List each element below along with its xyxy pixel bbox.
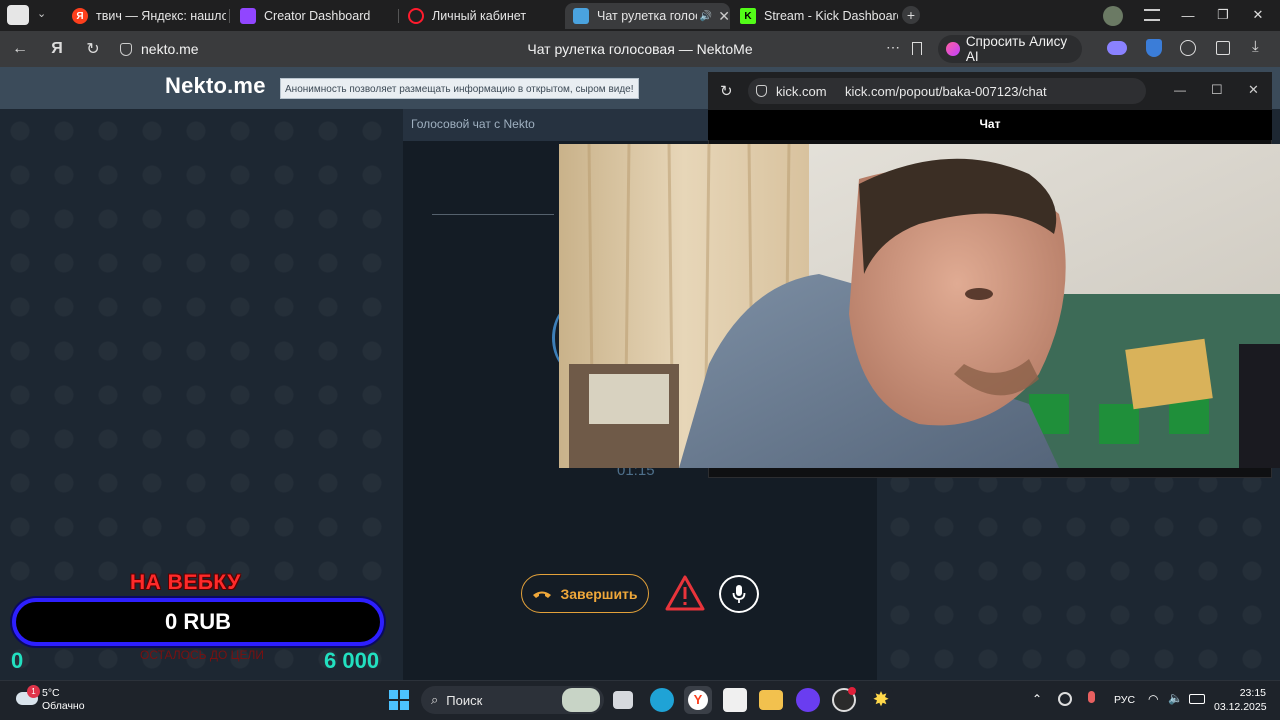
webcam-feed (559, 144, 1280, 468)
donation-goal-value: 0 RUB (164, 609, 231, 634)
donation-goal-bar: 0 RUB (12, 598, 384, 646)
popout-minimize-button[interactable]: — (1174, 83, 1186, 97)
sidebar-toggle-icon[interactable] (7, 5, 29, 25)
speaker-icon[interactable]: 🔊 (700, 11, 712, 22)
vpn-shield-extension-icon[interactable] (1146, 39, 1162, 57)
voice-chat-title: Голосовой чат с Nekto (411, 117, 535, 131)
profile-avatar[interactable] (1103, 6, 1123, 26)
popout-reload-icon[interactable]: ↻ (720, 82, 733, 100)
bookmark-icon[interactable] (912, 42, 922, 55)
task-view-icon[interactable] (613, 691, 633, 709)
tray-expand-icon[interactable]: ⌃ (1032, 692, 1042, 706)
keyboard-language[interactable]: РУС (1114, 694, 1135, 706)
microphone-icon (732, 585, 746, 603)
minimize-button[interactable]: — (1176, 6, 1200, 24)
search-icon: ⌕ (431, 692, 439, 707)
close-window-button[interactable]: ✕ (1246, 6, 1270, 24)
popout-close-button[interactable]: ✕ (1248, 82, 1259, 98)
url-field[interactable]: nekto.me (141, 37, 199, 61)
tray-sync-icon[interactable] (1058, 692, 1072, 706)
file-explorer-icon[interactable] (759, 690, 783, 710)
donation-goal-max: 6 000 (324, 648, 380, 673)
search-highlight-image (562, 688, 600, 712)
site-info-shield-icon[interactable] (120, 43, 132, 56)
battery-icon[interactable] (1189, 694, 1205, 704)
weather-widget[interactable]: 5°C Облачно (42, 687, 85, 713)
anonymity-notice: Анонимность позволяет размещать информац… (280, 78, 639, 99)
tab-yandex-search[interactable]: Я твич — Яндекс: нашлось (64, 3, 226, 29)
tab-separator (398, 9, 399, 23)
yandex-favicon-icon: Я (72, 8, 88, 24)
kick-favicon-icon: K (740, 8, 756, 24)
back-button[interactable]: ← (9, 39, 31, 59)
clock-time: 23:15 (1239, 687, 1266, 699)
alice-icon (946, 42, 960, 56)
download-icon[interactable]: ⤓ (1252, 38, 1259, 55)
nekto-favicon-icon (573, 8, 589, 24)
downloads-list-icon[interactable] (1144, 9, 1160, 21)
twitch-favicon-icon (240, 8, 256, 24)
notification-dot (848, 687, 856, 695)
donation-goal-subtitle: ОСТАЛОСЬ ДО ЦЕЛИ (140, 648, 265, 662)
star-app-icon[interactable]: ✸ (869, 688, 893, 712)
weather-temperature: 5°C (42, 687, 60, 699)
donation-goal-min: 0 (11, 648, 24, 673)
webcam-image (559, 144, 1280, 468)
divider (432, 214, 554, 215)
microsoft-store-icon[interactable] (723, 688, 747, 712)
microphone-button[interactable] (719, 575, 759, 613)
tab-creator-dashboard[interactable]: Creator Dashboard (232, 3, 394, 29)
alice-assistant-icon[interactable] (796, 688, 820, 712)
yandex-browser-icon[interactable]: Y (684, 686, 712, 714)
wifi-icon[interactable]: ◠ (1148, 692, 1158, 706)
taskbar-search[interactable]: ⌕ Поиск (421, 686, 604, 714)
close-tab-icon[interactable]: ✕ (718, 8, 730, 25)
windows-start-icon[interactable] (389, 690, 409, 710)
browser-tab-bar: ⌄ Я твич — Яндекс: нашлось Creator Dashb… (0, 0, 1280, 31)
address-bar: ← Я ↻ nekto.me Чат рулетка голосовая — N… (0, 31, 1280, 67)
edge-browser-icon[interactable] (650, 688, 674, 712)
end-call-button[interactable]: Завершить (521, 574, 649, 613)
taskbar-clock[interactable]: 23:15 03.12.2025 (1214, 686, 1267, 714)
tab-separator (229, 9, 230, 23)
ask-alice-button[interactable]: Спросить Алису AI (938, 34, 1082, 64)
phone-hangup-icon (533, 591, 552, 598)
collections-icon[interactable] (1216, 41, 1230, 55)
new-tab-button[interactable]: + (902, 6, 920, 24)
media-play-icon[interactable] (1180, 40, 1196, 56)
popout-chat-title: Чат (979, 117, 1001, 131)
popout-maximize-button[interactable]: ☐ (1211, 82, 1223, 98)
tray-microphone-icon[interactable] (1088, 691, 1095, 703)
opera-ring-favicon-icon (408, 8, 424, 24)
popout-host: kick.com (776, 84, 827, 99)
reload-button[interactable]: ↻ (82, 39, 104, 59)
donation-goal-title: НА ВЕБКУ (130, 571, 241, 594)
popout-url: kick.com/popout/baka-007123/chat (845, 84, 1047, 99)
tab-nekto-voice-chat[interactable]: Чат рулетка голосо 🔊 ✕ (565, 3, 730, 29)
page-title: Чат рулетка голосовая — NektoMe (527, 41, 753, 57)
report-warning-icon[interactable] (664, 574, 706, 612)
tab-personal-cabinet[interactable]: Личный кабинет (400, 3, 560, 29)
weather-condition: Облачно (42, 700, 85, 712)
yandex-home-button[interactable]: Я (46, 39, 68, 59)
weather-alert-badge: 1 (27, 685, 40, 698)
clock-date: 03.12.2025 (1214, 701, 1267, 713)
popout-site-info-icon[interactable] (756, 85, 767, 97)
tab-kick-dashboard[interactable]: K Stream - Kick Dashboard (732, 3, 898, 29)
site-logo[interactable]: Nekto.me (165, 73, 266, 99)
volume-icon[interactable]: 🔈 (1168, 691, 1183, 705)
more-options-icon[interactable]: ⋯ (886, 39, 900, 56)
maximize-button[interactable]: ❐ (1211, 6, 1235, 24)
tab-menu-chevron-icon[interactable]: ⌄ (37, 7, 46, 20)
gamepad-extension-icon[interactable] (1107, 41, 1127, 55)
